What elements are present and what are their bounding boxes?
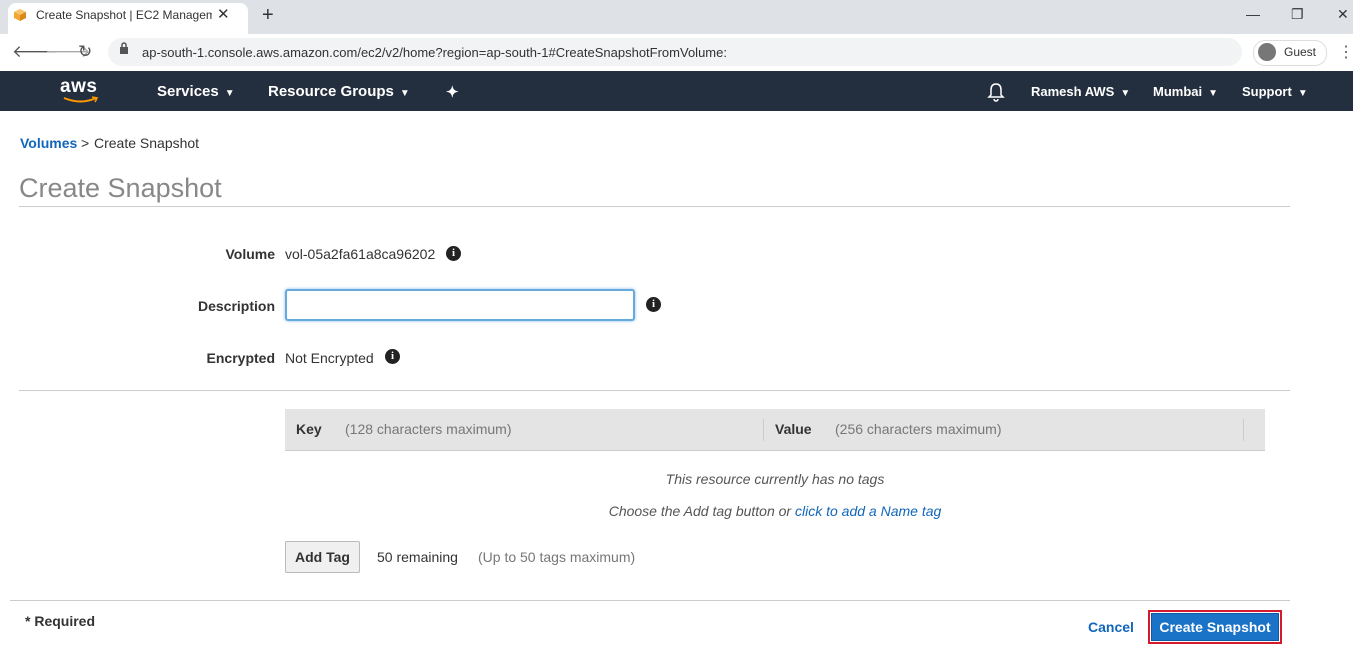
- bell-icon[interactable]: [987, 82, 1005, 102]
- column-divider: [1243, 419, 1244, 441]
- profile-label: Guest: [1284, 45, 1317, 59]
- breadcrumb-current: Create Snapshot: [94, 135, 200, 151]
- info-icon[interactable]: i: [646, 297, 661, 312]
- breadcrumb-volumes-link[interactable]: Volumes: [20, 135, 77, 151]
- avatar-icon: [1258, 43, 1276, 61]
- encrypted-value: Not Encrypted: [285, 350, 374, 366]
- tab-title: Create Snapshot | EC2 Management Console: [36, 8, 212, 22]
- restore-icon[interactable]: ❐: [1291, 6, 1304, 23]
- chevron-down-icon: ▼: [1208, 88, 1219, 99]
- footer-divider: [10, 600, 1290, 601]
- aws-cube-icon: [14, 9, 26, 21]
- volume-label: Volume: [225, 246, 275, 262]
- column-divider: [763, 419, 764, 441]
- title-divider: [19, 206, 1290, 207]
- form-divider: [19, 390, 1290, 391]
- info-icon[interactable]: i: [385, 349, 400, 364]
- cancel-button[interactable]: Cancel: [1088, 619, 1134, 635]
- resource-groups-menu[interactable]: Resource Groups ▼: [268, 83, 410, 100]
- url-text: ap-south-1.console.aws.amazon.com/ec2/v2…: [142, 45, 727, 60]
- tags-empty-message: This resource currently has no tags: [665, 471, 885, 487]
- chevron-down-icon: ▼: [224, 88, 235, 99]
- support-menu[interactable]: Support ▼: [1242, 84, 1308, 99]
- description-input[interactable]: [295, 291, 629, 317]
- lock-icon: [120, 42, 128, 54]
- browser-menu-icon[interactable]: ⋮: [1338, 42, 1353, 62]
- add-name-tag-link[interactable]: click to add a Name tag: [795, 503, 941, 519]
- breadcrumb-separator: >: [81, 135, 90, 151]
- close-tab-icon[interactable]: ✕: [217, 5, 230, 23]
- region-menu[interactable]: Mumbai ▼: [1153, 84, 1218, 99]
- account-menu[interactable]: Ramesh AWS ▼: [1031, 84, 1130, 99]
- info-icon[interactable]: i: [446, 246, 461, 261]
- description-label: Description: [197, 298, 275, 314]
- volume-value: vol-05a2fa61a8ca96202: [285, 246, 436, 262]
- tags-remaining: 50 remaining: [377, 549, 458, 565]
- new-tab-button[interactable]: +: [262, 4, 274, 27]
- aws-smile-icon: [63, 96, 99, 103]
- create-snapshot-button[interactable]: Create Snapshot: [1151, 613, 1279, 641]
- tags-empty-hint: Choose the Add tag button or click to ad…: [608, 503, 942, 519]
- tags-value-hint: (256 characters maximum): [835, 421, 1002, 437]
- add-tag-button[interactable]: Add Tag: [285, 541, 360, 573]
- reload-icon[interactable]: ↻: [78, 42, 92, 62]
- chevron-down-icon: ▼: [1120, 88, 1131, 99]
- aws-logo[interactable]: aws: [60, 76, 97, 98]
- pin-icon[interactable]: ✦: [446, 83, 459, 101]
- chevron-down-icon: ▼: [1297, 88, 1308, 99]
- tags-key-header: Key: [296, 421, 322, 437]
- page-title: Create Snapshot: [19, 173, 222, 203]
- description-field-wrapper: [285, 289, 635, 321]
- tags-max-note: (Up to 50 tags maximum): [478, 549, 636, 565]
- close-window-icon[interactable]: ✕: [1337, 6, 1349, 23]
- tags-key-hint: (128 characters maximum): [345, 421, 512, 437]
- tags-value-header: Value: [775, 421, 812, 437]
- required-note: * Required: [25, 613, 96, 629]
- services-menu[interactable]: Services ▼: [157, 83, 235, 100]
- encrypted-label: Encrypted: [206, 350, 275, 366]
- chevron-down-icon: ▼: [399, 88, 410, 99]
- minimize-icon[interactable]: —: [1246, 6, 1260, 22]
